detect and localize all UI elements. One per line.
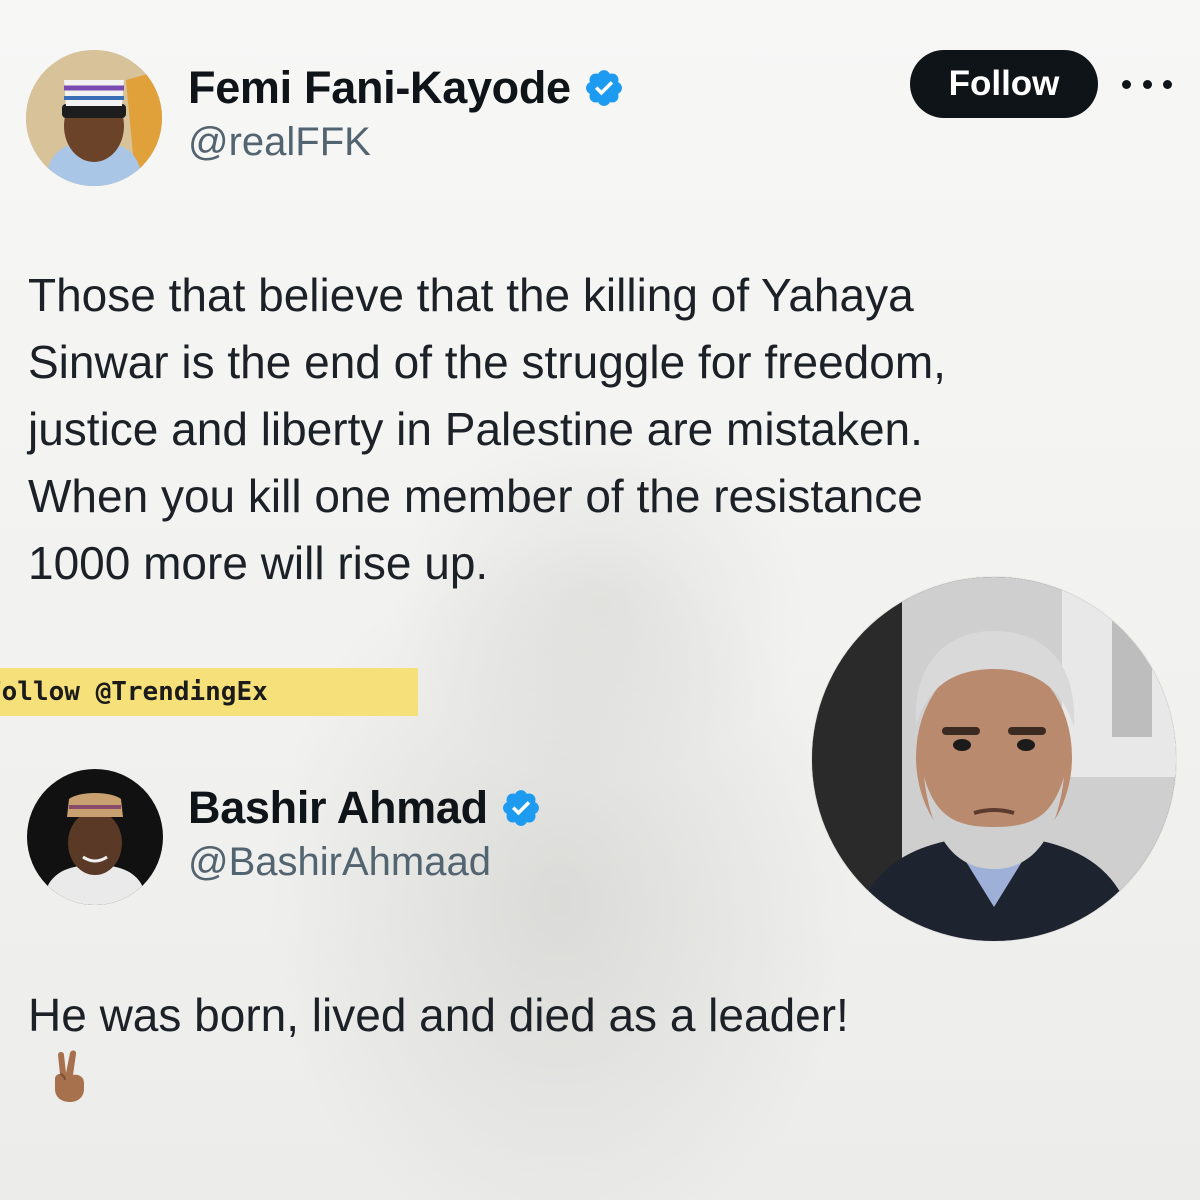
follow-button[interactable]: Follow <box>910 50 1098 118</box>
avatar-femi-fani-kayode[interactable] <box>26 50 162 186</box>
tweet-1-line-3: justice and liberty in Palestine are mis… <box>28 403 923 455</box>
portrait-photo <box>812 577 1176 941</box>
tweet-2-line-1: He was born, lived and died as a leader! <box>28 989 849 1041</box>
display-name-text: Bashir Ahmad <box>188 782 488 833</box>
display-name-1[interactable]: Femi Fani-Kayode <box>188 62 625 114</box>
avatar-bashir-ahmad[interactable] <box>27 769 163 905</box>
tweet-2-text: He was born, lived and died as a leader! <box>28 982 1108 1103</box>
promo-banner-text: Follow @TrendingEx <box>0 677 268 707</box>
verified-badge-icon <box>583 67 625 109</box>
verified-badge-icon <box>500 787 542 829</box>
tweet-1-line-4: When you kill one member of the resistan… <box>28 470 923 522</box>
handle-1[interactable]: @realFFK <box>188 120 371 165</box>
victory-hand-emoji <box>46 1049 92 1103</box>
promo-banner: Follow @TrendingEx <box>0 668 418 716</box>
tweet-1-text: Those that believe that the killing of Y… <box>28 262 1108 597</box>
handle-2[interactable]: @BashirAhmaad <box>188 840 491 885</box>
display-name-text: Femi Fani-Kayode <box>188 62 571 113</box>
display-name-2[interactable]: Bashir Ahmad <box>188 782 542 834</box>
tweet-1-line-1: Those that believe that the killing of Y… <box>28 269 914 321</box>
tweet-1-line-2: Sinwar is the end of the struggle for fr… <box>28 336 946 388</box>
more-options-icon[interactable] <box>1122 72 1172 96</box>
